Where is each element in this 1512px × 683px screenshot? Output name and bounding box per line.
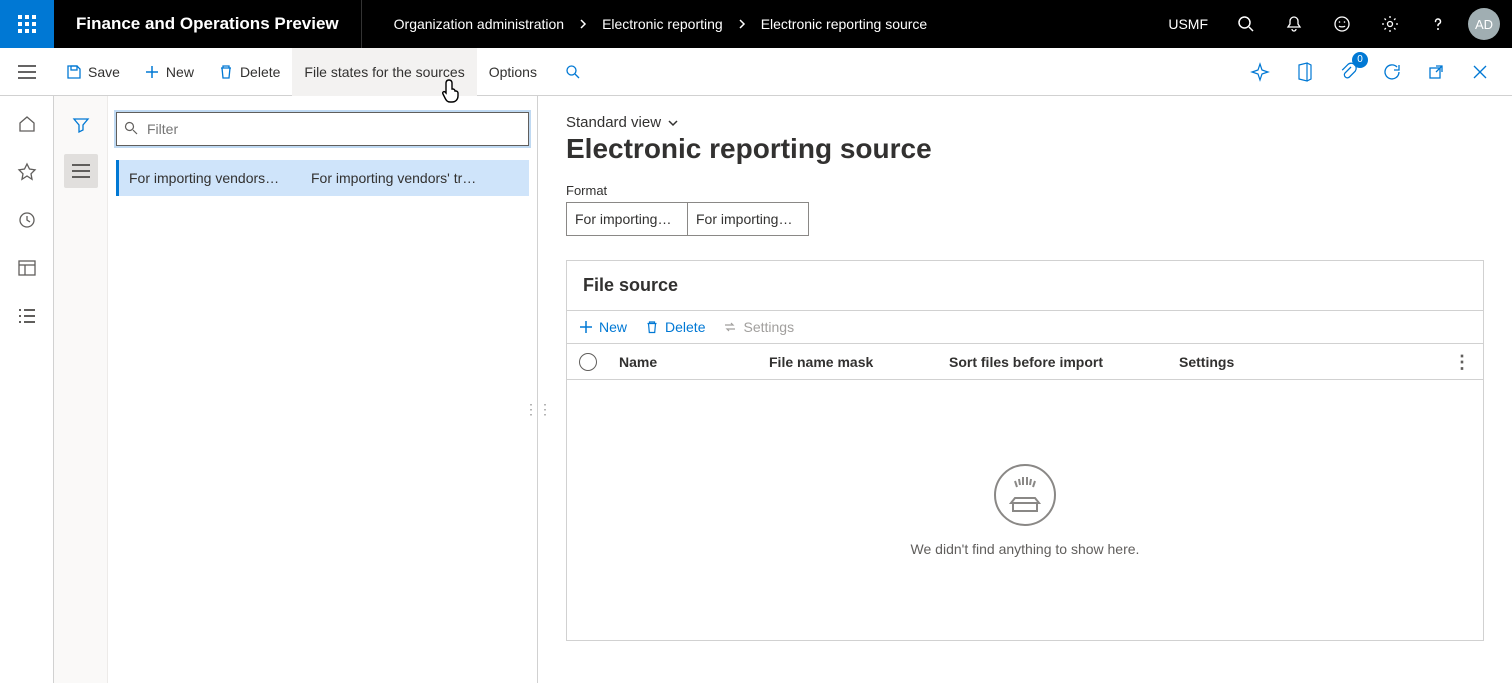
breadcrumb: Organization administration Electronic r… — [362, 16, 1155, 32]
file-source-card: File source New Delete Settings Name — [566, 260, 1484, 641]
popout-icon[interactable] — [1418, 54, 1454, 90]
empty-icon — [993, 463, 1057, 527]
refresh-icon[interactable] — [1374, 54, 1410, 90]
breadcrumb-item-3[interactable]: Electronic reporting source — [761, 16, 928, 32]
filter-wrap — [116, 112, 529, 146]
save-label: Save — [88, 64, 120, 80]
delete-label: Delete — [240, 64, 280, 80]
recent-icon[interactable] — [15, 208, 39, 232]
sidepanel-toggle-strip — [54, 96, 108, 683]
empty-state: We didn't find anything to show here. — [567, 380, 1483, 640]
save-button[interactable]: Save — [54, 48, 132, 96]
notifications-icon[interactable] — [1270, 0, 1318, 48]
breadcrumb-item-1[interactable]: Organization administration — [394, 16, 564, 32]
home-icon[interactable] — [15, 112, 39, 136]
trash-icon — [645, 320, 659, 334]
settings-icon[interactable] — [1366, 0, 1414, 48]
attachments-icon[interactable]: 0 — [1330, 54, 1366, 90]
new-label: New — [166, 64, 194, 80]
modules-icon[interactable] — [15, 304, 39, 328]
action-bar: Save New Delete File states for the sour… — [0, 48, 1512, 96]
chevron-down-icon — [667, 117, 679, 129]
col-name[interactable]: Name — [619, 354, 769, 370]
user-avatar[interactable]: AD — [1468, 8, 1500, 40]
left-rail — [0, 96, 54, 683]
col-settings[interactable]: Settings — [1179, 354, 1451, 370]
list-pane: For importing vendors… For importing ven… — [108, 96, 538, 683]
circle-icon — [579, 353, 597, 371]
card-delete-label: Delete — [665, 319, 705, 335]
plus-icon — [144, 64, 160, 80]
topbar-right: USMF AD — [1154, 0, 1512, 48]
list-pane-icon[interactable] — [64, 154, 98, 188]
format-label: Format — [566, 183, 1484, 198]
search-icon[interactable] — [1222, 0, 1270, 48]
office-icon[interactable] — [1286, 54, 1322, 90]
delete-button[interactable]: Delete — [206, 48, 292, 96]
format-value-1[interactable]: For importing… — [566, 202, 688, 236]
list-row-col1: For importing vendors… — [129, 170, 299, 186]
chevron-right-icon — [578, 19, 588, 29]
close-icon[interactable] — [1462, 54, 1498, 90]
top-bar: Finance and Operations Preview Organizat… — [0, 0, 1512, 48]
card-delete-button[interactable]: Delete — [645, 319, 705, 335]
swap-icon — [723, 320, 737, 334]
splitter-handle[interactable]: ⋮⋮ — [535, 390, 541, 430]
chevron-right-icon — [737, 19, 747, 29]
file-states-button[interactable]: File states for the sources — [292, 48, 476, 96]
view-label: Standard view — [566, 114, 661, 131]
card-settings-button: Settings — [723, 319, 794, 335]
detail-pane: Standard view Electronic reporting sourc… — [538, 96, 1512, 683]
copilot-icon[interactable] — [1242, 54, 1278, 90]
action-search-button[interactable] — [549, 48, 597, 96]
new-button[interactable]: New — [132, 48, 206, 96]
search-icon — [565, 64, 581, 80]
options-button[interactable]: Options — [477, 48, 549, 96]
feedback-icon[interactable] — [1318, 0, 1366, 48]
list-row-selected[interactable]: For importing vendors… For importing ven… — [116, 160, 529, 196]
grid-header: Name File name mask Sort files before im… — [567, 344, 1483, 380]
breadcrumb-item-2[interactable]: Electronic reporting — [602, 16, 723, 32]
trash-icon — [218, 64, 234, 80]
card-new-label: New — [599, 319, 627, 335]
workspaces-icon[interactable] — [15, 256, 39, 280]
filter-pane-icon[interactable] — [64, 108, 98, 142]
plus-icon — [579, 320, 593, 334]
nav-toggle-icon[interactable] — [0, 48, 54, 96]
format-field: For importing… For importing… — [566, 202, 1484, 236]
format-value-2[interactable]: For importing… — [687, 202, 809, 236]
app-launcher-icon[interactable] — [0, 0, 54, 48]
grid-more-icon[interactable]: ⋮ — [1451, 353, 1471, 371]
options-label: Options — [489, 64, 537, 80]
file-states-label: File states for the sources — [304, 64, 464, 80]
file-source-title: File source — [567, 261, 1483, 310]
col-sort[interactable]: Sort files before import — [949, 354, 1179, 370]
empty-message: We didn't find anything to show here. — [911, 541, 1140, 557]
card-new-button[interactable]: New — [579, 319, 627, 335]
col-mask[interactable]: File name mask — [769, 354, 949, 370]
attachments-badge: 0 — [1352, 52, 1368, 68]
card-actions: New Delete Settings — [567, 310, 1483, 344]
view-selector[interactable]: Standard view — [566, 114, 1484, 131]
card-settings-label: Settings — [743, 319, 794, 335]
page-title: Electronic reporting source — [566, 133, 1484, 165]
search-icon — [124, 121, 138, 135]
body: For importing vendors… For importing ven… — [0, 96, 1512, 683]
filter-input[interactable] — [116, 112, 529, 146]
app-title: Finance and Operations Preview — [54, 0, 362, 48]
list-row-col2: For importing vendors' tr… — [311, 170, 529, 186]
help-icon[interactable] — [1414, 0, 1462, 48]
favorites-icon[interactable] — [15, 160, 39, 184]
company-picker[interactable]: USMF — [1154, 16, 1222, 32]
save-icon — [66, 64, 82, 80]
select-all[interactable] — [579, 353, 619, 371]
action-bar-right: 0 — [1242, 54, 1512, 90]
